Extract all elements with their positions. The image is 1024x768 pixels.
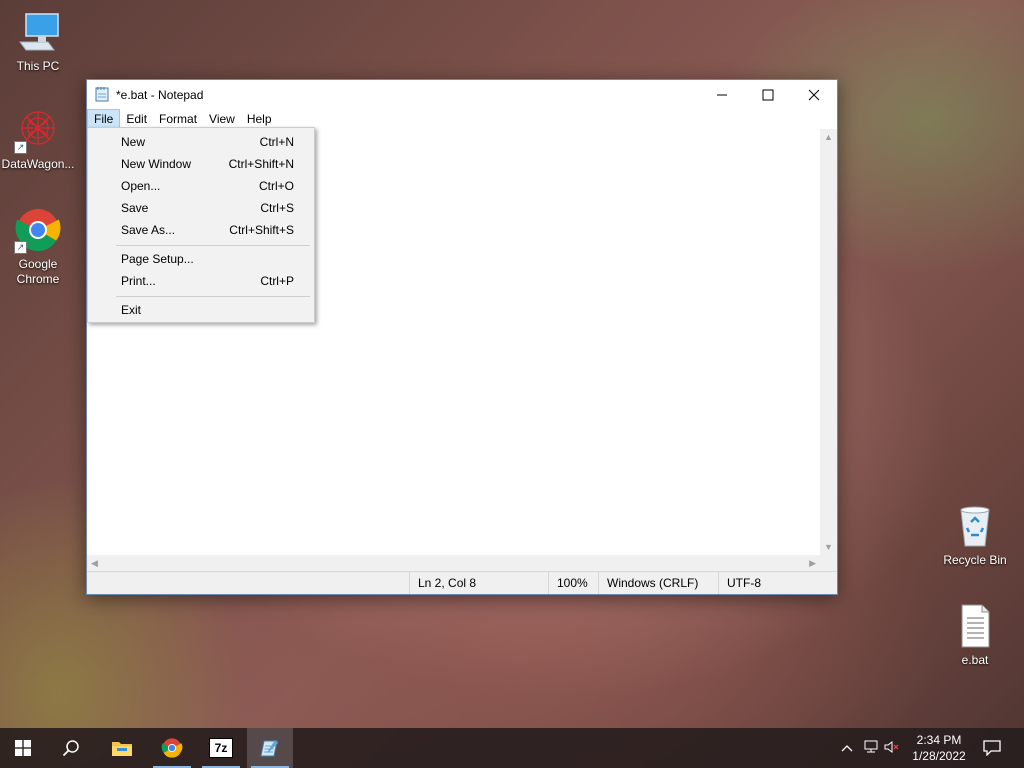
recycle-bin-icon	[951, 502, 999, 550]
maximize-icon	[762, 89, 774, 101]
datawagon-icon: ↗	[14, 106, 62, 154]
desktop-icon-label: This PC	[16, 59, 60, 73]
menu-item-shortcut: Ctrl+P	[260, 274, 294, 288]
close-icon	[808, 89, 820, 101]
shortcut-arrow-icon: ↗	[14, 241, 27, 254]
menu-item-exit[interactable]: Exit	[88, 299, 314, 321]
menu-item-label: New Window	[121, 157, 192, 171]
desktop-icon-label: Google Chrome	[16, 257, 60, 286]
volume-muted-icon[interactable]	[882, 740, 902, 757]
taskbar: 7z 2:34 PM 1/28/2022	[0, 728, 1024, 768]
menu-item-new[interactable]: New Ctrl+N	[88, 131, 314, 153]
taskbar-notepad[interactable]	[247, 728, 293, 768]
menu-item-label: Print...	[121, 274, 156, 288]
clock-date: 1/28/2022	[912, 749, 966, 763]
desktop-icon-e-bat[interactable]: e.bat	[937, 602, 1013, 668]
menu-item-save-as[interactable]: Save As... Ctrl+Shift+S	[88, 219, 314, 241]
show-hidden-icons-icon[interactable]	[838, 741, 856, 755]
status-line-ending: Windows (CRLF)	[598, 572, 719, 594]
taskbar-clock[interactable]: 2:34 PM 1/28/2022	[904, 732, 974, 764]
menu-item-label: Save As...	[121, 223, 176, 237]
horizontal-scrollbar[interactable]: ◀ ▶	[87, 555, 820, 572]
scroll-down-icon[interactable]: ▼	[824, 542, 833, 552]
status-cursor-position: Ln 2, Col 8	[409, 572, 548, 594]
menu-item-label: Exit	[121, 303, 142, 317]
desktop-icon-label: Recycle Bin	[943, 553, 1007, 567]
windows-start-icon	[15, 740, 31, 756]
chrome-icon	[161, 738, 183, 758]
status-bar: Ln 2, Col 8 100% Windows (CRLF) UTF-8	[87, 571, 837, 594]
menu-item-label: Page Setup...	[121, 252, 194, 266]
scroll-left-icon[interactable]: ◀	[91, 558, 98, 569]
menu-separator	[116, 296, 310, 297]
desktop-icon-label: DataWagon...	[1, 157, 75, 171]
file-menu-dropdown: New Ctrl+N New Window Ctrl+Shift+N Open.…	[87, 127, 315, 323]
taskbar-file-explorer[interactable]	[99, 728, 145, 768]
notepad-app-icon	[95, 86, 109, 102]
notification-icon	[983, 740, 1001, 756]
vertical-scrollbar[interactable]: ▲ ▼	[820, 129, 837, 555]
desktop-icon-label: e.bat	[961, 653, 989, 667]
title-bar[interactable]: *e.bat - Notepad	[87, 80, 837, 110]
menu-item-page-setup[interactable]: Page Setup...	[88, 248, 314, 270]
menu-item-shortcut: Ctrl+Shift+N	[228, 157, 294, 171]
menu-item-label: New	[121, 135, 146, 149]
start-button[interactable]	[0, 728, 46, 768]
network-icon[interactable]	[860, 740, 882, 757]
notepad-icon	[260, 740, 278, 757]
menu-item-open[interactable]: Open... Ctrl+O	[88, 175, 314, 197]
status-encoding: UTF-8	[718, 572, 837, 594]
desktop-icon-this-pc[interactable]: This PC	[0, 8, 76, 74]
menu-separator	[116, 245, 310, 246]
search-button[interactable]	[48, 728, 94, 768]
action-center-button[interactable]	[970, 728, 1014, 768]
menu-item-shortcut: Ctrl+Shift+S	[229, 223, 294, 237]
chrome-icon: ↗	[14, 206, 62, 254]
this-pc-icon	[14, 8, 62, 56]
file-explorer-icon	[112, 742, 132, 756]
taskbar-chrome[interactable]	[149, 728, 195, 768]
menu-item-label: Open...	[121, 179, 161, 193]
batch-file-icon	[951, 602, 999, 650]
maximize-button[interactable]	[745, 80, 791, 110]
desktop-icon-google-chrome[interactable]: ↗ Google Chrome	[0, 206, 76, 287]
minimize-icon	[717, 94, 727, 96]
shortcut-arrow-icon: ↗	[14, 141, 27, 154]
search-icon	[62, 740, 79, 757]
window-title: *e.bat - Notepad	[116, 88, 204, 102]
scroll-up-icon[interactable]: ▲	[824, 132, 833, 142]
7zip-icon: 7z	[209, 738, 233, 758]
scroll-right-icon[interactable]: ▶	[809, 558, 816, 569]
menu-item-shortcut: Ctrl+N	[259, 135, 294, 149]
menu-item-label: Save	[121, 201, 149, 215]
close-button[interactable]	[791, 80, 837, 110]
scrollbar-corner	[820, 555, 837, 572]
taskbar-7zip[interactable]: 7z	[198, 728, 244, 768]
menu-item-print[interactable]: Print... Ctrl+P	[88, 270, 314, 292]
status-zoom: 100%	[548, 572, 599, 594]
menu-item-new-window[interactable]: New Window Ctrl+Shift+N	[88, 153, 314, 175]
menu-item-shortcut: Ctrl+S	[260, 201, 294, 215]
desktop-icon-recycle-bin[interactable]: Recycle Bin	[937, 502, 1013, 568]
minimize-button[interactable]	[699, 80, 745, 110]
desktop-icon-datawagon[interactable]: ↗ DataWagon...	[0, 106, 76, 172]
system-tray	[838, 728, 902, 768]
menu-item-save[interactable]: Save Ctrl+S	[88, 197, 314, 219]
menu-item-shortcut: Ctrl+O	[258, 179, 294, 193]
clock-time: 2:34 PM	[916, 733, 962, 747]
